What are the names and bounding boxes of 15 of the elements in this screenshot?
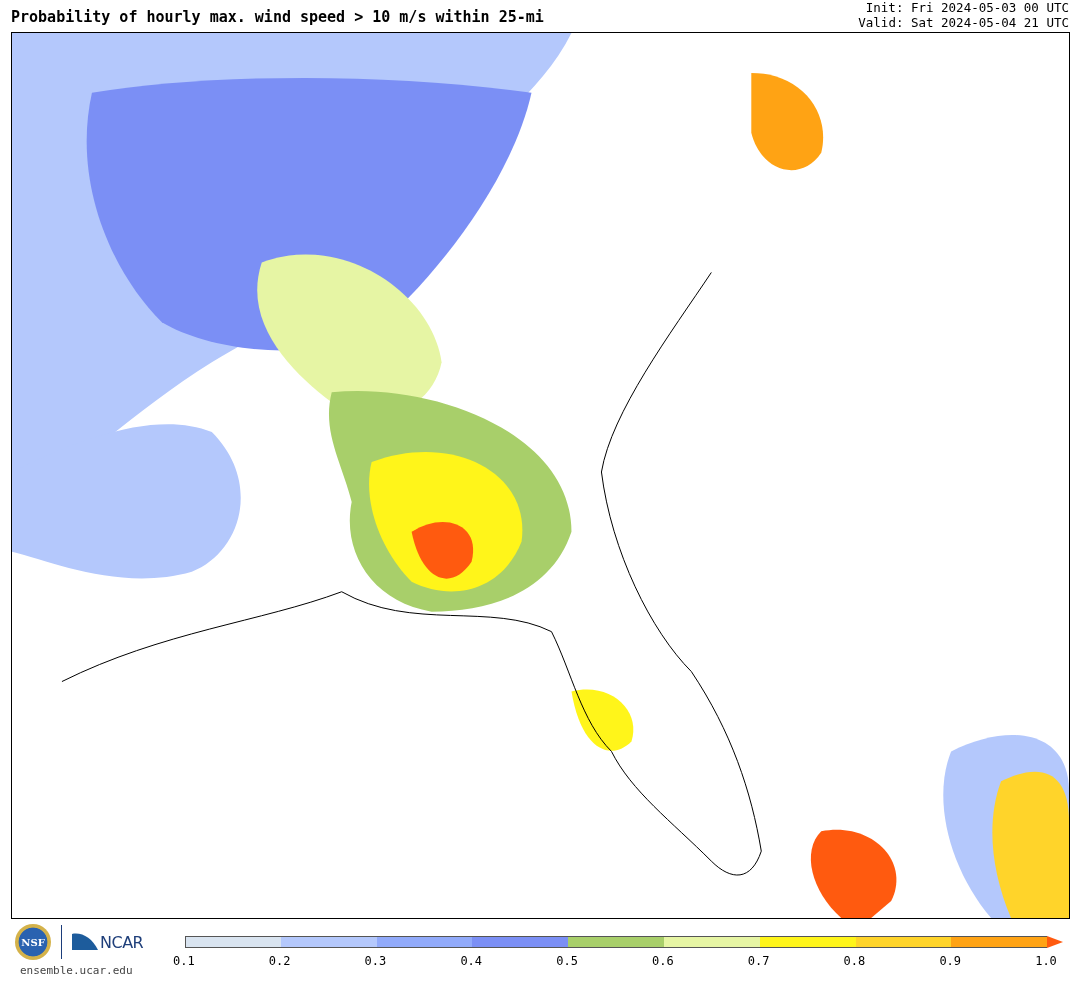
legend-tick-label: 0.3 xyxy=(364,954,388,968)
legend-tick-label: 0.6 xyxy=(652,954,675,968)
legend-tick-label: 0.2 xyxy=(268,954,292,968)
nsf-logo: NSF xyxy=(15,924,51,960)
legend-tick-label: 0.7 xyxy=(747,954,771,968)
legend-tick-label: 0.8 xyxy=(843,954,867,968)
chart-title: Probability of hourly max. wind speed > 10 m/s within 25-mi xyxy=(11,8,544,26)
legend-tick-label: 1.0 xyxy=(1035,954,1058,968)
valid-time: Valid: Sat 2024-05-04 21 UTC xyxy=(858,15,1069,30)
legend-tick-label: 0.9 xyxy=(939,954,963,968)
legend-tick-label: 0.1 xyxy=(173,954,196,968)
init-time: Init: Fri 2024-05-03 00 UTC xyxy=(865,0,1069,15)
legend-tick-label: 0.5 xyxy=(556,954,579,968)
ncar-logo: NCAR xyxy=(72,932,144,952)
legend-tick-label: 0.4 xyxy=(460,954,484,968)
